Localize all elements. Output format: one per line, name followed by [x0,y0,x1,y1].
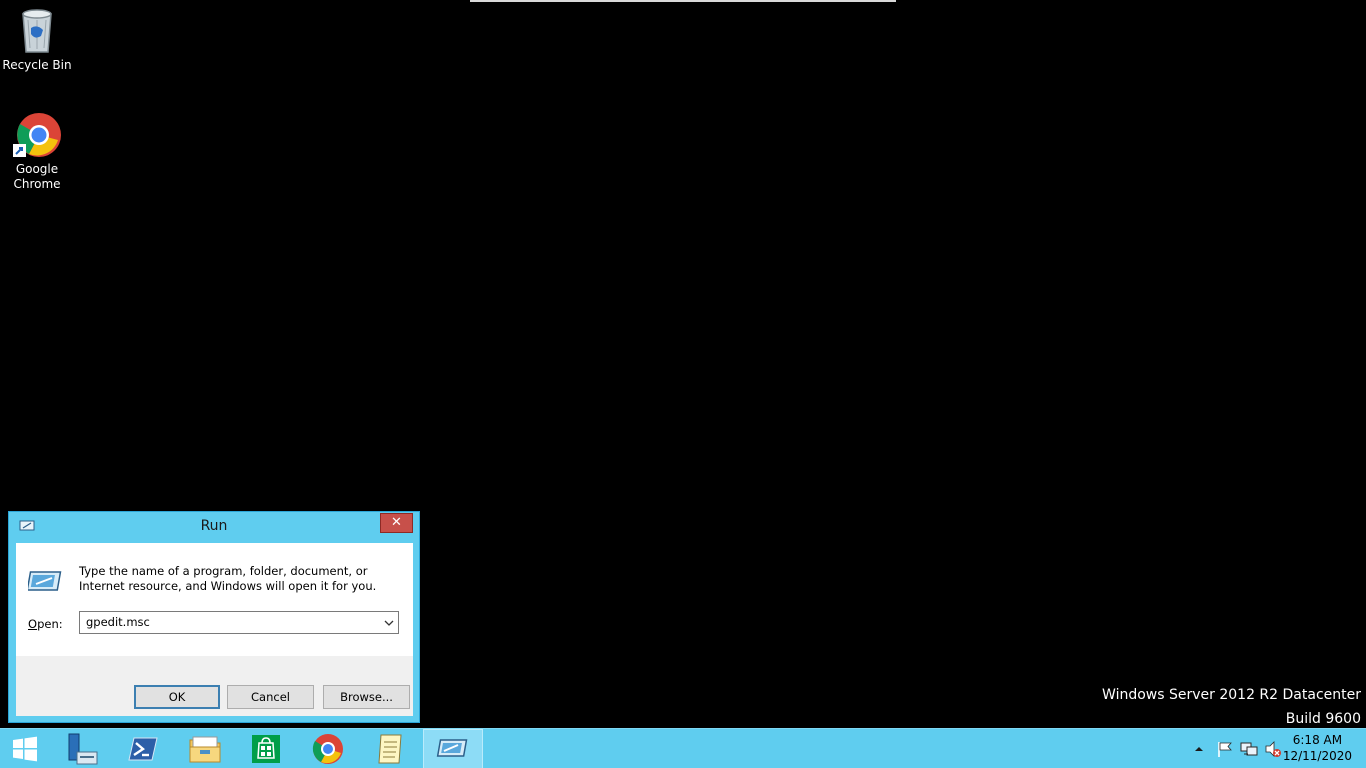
recycle-bin-icon [22,9,52,53]
taskbar-file-explorer[interactable] [175,729,235,768]
windows-logo-icon [13,736,37,762]
windows-watermark: Windows Server 2012 R2 Datacenter Build … [1102,683,1361,731]
desktop-icon-label: Google Chrome [13,162,61,191]
taskbar-store[interactable] [236,729,296,768]
run-dialog-titlebar[interactable]: Run ✕ [9,512,419,542]
taskbar-chrome[interactable] [298,729,358,768]
taskbar-powershell[interactable] [113,729,173,768]
run-dialog-body: Type the name of a program, folder, docu… [16,543,413,716]
folder-icon [189,736,221,763]
desktop-icon-google-chrome[interactable]: Google Chrome [0,112,74,192]
run-icon [28,571,62,591]
run-content-area: Type the name of a program, folder, docu… [16,543,413,656]
taskbar-notepad[interactable] [360,729,420,768]
server-manager-icon [68,733,98,765]
store-icon [252,735,280,763]
open-input-value[interactable]: gpedit.msc [86,615,150,629]
run-dialog-title: Run [200,518,228,534]
clock-time: 6:18 AM [1292,733,1343,747]
desktop-icon-recycle-bin[interactable]: Recycle Bin [0,6,74,73]
cancel-button[interactable]: Cancel [227,685,314,709]
browse-button[interactable]: Browse... [323,685,410,709]
open-combobox[interactable]: gpedit.msc [79,611,399,634]
taskbar-clock[interactable]: 6:18 AM 12/11/2020 [1283,732,1352,764]
taskbar: 6:18 AM 12/11/2020 [0,728,1366,768]
powershell-icon [128,737,158,761]
taskbar-server-manager[interactable] [52,729,112,768]
action-center-flag-icon[interactable] [1216,740,1234,758]
clock-date: 12/11/2020 [1282,749,1352,763]
run-description: Type the name of a program, folder, docu… [79,564,377,593]
start-button[interactable] [0,729,50,768]
close-button[interactable]: ✕ [380,513,413,533]
desktop-icon-label: Recycle Bin [2,58,72,72]
show-hidden-icons-chevron-up-icon[interactable] [1192,742,1206,756]
system-tray [1192,729,1282,768]
chrome-icon [13,113,61,157]
chevron-down-icon[interactable] [384,616,394,630]
run-icon [436,739,468,757]
open-label-accelerator: O [28,617,38,631]
taskbar-run-active[interactable] [423,729,483,768]
network-icon[interactable] [1240,740,1258,758]
chrome-icon [312,734,343,764]
open-label-text: pen: [37,617,63,631]
watermark-edition: Windows Server 2012 R2 Datacenter [1102,687,1361,703]
speaker-muted-icon[interactable] [1264,740,1282,758]
notepad-icon [378,734,402,764]
ok-button[interactable]: OK [134,685,220,709]
open-label: Open: [28,617,63,631]
run-dialog: Run ✕ Type the name of a program, folder… [8,511,420,723]
top-edge-line [470,0,896,2]
